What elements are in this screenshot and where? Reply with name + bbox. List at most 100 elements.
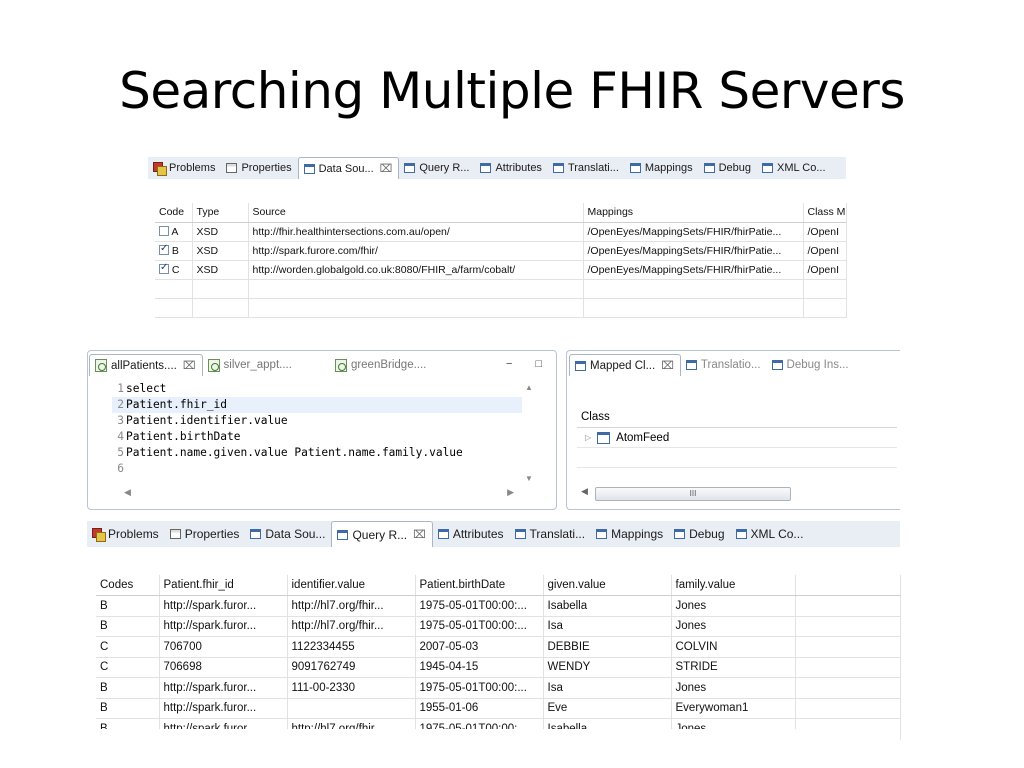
table-row[interactable]: C 706698 9091762749 1945-04-15 WENDY STRIDE bbox=[96, 657, 901, 678]
close-icon[interactable]: ⌧ bbox=[413, 528, 426, 541]
column-header-birthdate[interactable]: Patient.birthDate bbox=[415, 575, 544, 596]
tab-translation[interactable]: Translatio... bbox=[681, 354, 767, 376]
tab-translations[interactable]: Translati... bbox=[548, 157, 625, 179]
tree-item[interactable]: ▷ AtomFeed bbox=[577, 428, 897, 448]
editor-tab-bar: allPatients.... ⌧ silver_appt.... greenBr… bbox=[89, 354, 555, 376]
source-class: /OpenI bbox=[803, 260, 847, 280]
tab-query-results[interactable]: Query R... ⌧ bbox=[331, 521, 433, 547]
column-header-code[interactable]: Code bbox=[155, 203, 193, 223]
view-icon bbox=[685, 360, 697, 370]
tab-query-results[interactable]: Query R... bbox=[399, 157, 475, 179]
window-controls[interactable]: − □ bbox=[506, 358, 552, 370]
tab-mapped-classes[interactable]: Mapped Cl... ⌧ bbox=[569, 354, 681, 376]
tab-green-bridge[interactable]: greenBridge.... bbox=[330, 354, 432, 376]
source-url: http://worden.globalgold.co.uk:8080/FHIR… bbox=[248, 260, 584, 280]
close-icon[interactable]: ⌧ bbox=[661, 359, 674, 372]
tab-silver-appt[interactable]: silver_appt.... bbox=[203, 354, 298, 376]
column-header-given[interactable]: given.value bbox=[543, 575, 672, 596]
column-header-family[interactable]: family.value bbox=[671, 575, 796, 596]
scroll-left-icon[interactable]: ◀ bbox=[581, 486, 588, 497]
tab-all-patients[interactable]: allPatients.... ⌧ bbox=[89, 354, 203, 376]
scroll-up-icon[interactable]: ▲ bbox=[525, 383, 533, 392]
view-icon bbox=[514, 529, 526, 539]
source-code: C bbox=[171, 263, 180, 276]
source-mappings: /OpenEyes/MappingSets/FHIR/fhirPatie... bbox=[583, 241, 804, 261]
tab-debug[interactable]: Debug bbox=[699, 157, 757, 179]
table-row[interactable]: C XSD http://worden.globalgold.co.uk:808… bbox=[155, 260, 847, 280]
column-header-identifier[interactable]: identifier.value bbox=[287, 575, 416, 596]
view-icon bbox=[762, 163, 774, 173]
view-icon bbox=[674, 529, 686, 539]
table-row[interactable]: C 706700 1122334455 2007-05-03 DEBBIE COLVIN bbox=[96, 636, 901, 658]
mapped-classes-tree: Class ▷ AtomFeed bbox=[577, 406, 897, 468]
source-checkbox-b[interactable] bbox=[159, 243, 169, 255]
source-url: http://fhir.healthintersections.com.au/o… bbox=[248, 222, 584, 242]
editor-vertical-scrollbar[interactable]: ▲ ▼ bbox=[523, 381, 537, 485]
tab-problems[interactable]: Problems bbox=[87, 521, 165, 547]
scroll-right-icon[interactable]: ▶ bbox=[507, 487, 514, 498]
table-row[interactable]: A XSD http://fhir.healthintersections.co… bbox=[155, 222, 847, 242]
editor-line-text: Patient.identifier.value bbox=[126, 414, 288, 427]
table-row[interactable]: Bhttp://spark.furor... 1955-01-06 Eve Every… bbox=[96, 698, 901, 719]
close-icon[interactable]: ⌧ bbox=[183, 359, 196, 372]
table-row[interactable]: Bhttp://spark.furor...http://hl7.org/fhi… bbox=[96, 616, 901, 637]
tab-mappings[interactable]: Mappings bbox=[591, 521, 669, 547]
source-mappings: /OpenEyes/MappingSets/FHIR/fhirPatie... bbox=[583, 222, 804, 242]
tab-properties[interactable]: Properties bbox=[221, 157, 297, 179]
tab-mappings[interactable]: Mappings bbox=[625, 157, 699, 179]
table-row[interactable]: Bhttp://spark.furor... 111-00-2330 1975-05… bbox=[96, 677, 901, 699]
tab-xml-console[interactable]: XML Co... bbox=[757, 157, 832, 179]
expand-arrow-icon[interactable]: ▷ bbox=[585, 428, 591, 448]
column-header-mappings[interactable]: Mappings bbox=[583, 203, 804, 223]
problems-icon bbox=[92, 528, 106, 542]
source-type: XSD bbox=[192, 260, 249, 280]
class-icon bbox=[597, 431, 611, 444]
editor-line: 3 Patient.identifier.value bbox=[117, 414, 288, 427]
view-icon bbox=[703, 163, 715, 173]
column-header-source[interactable]: Source bbox=[248, 203, 584, 223]
table-row[interactable]: B XSD http://spark.furore.com/fhir/ /Ope… bbox=[155, 241, 847, 261]
tab-attributes[interactable]: Attributes bbox=[433, 521, 510, 547]
tab-data-sources[interactable]: Data Sou... ⌧ bbox=[297, 157, 400, 179]
column-header-type[interactable]: Type bbox=[192, 203, 249, 223]
editor-line: 4 Patient.birthDate bbox=[117, 430, 241, 443]
column-header-fhir-id[interactable]: Patient.fhir_id bbox=[159, 575, 288, 596]
source-code: A bbox=[171, 225, 179, 238]
tab-properties[interactable]: Properties bbox=[165, 521, 246, 547]
source-checkbox-c[interactable] bbox=[159, 262, 169, 274]
table-row[interactable]: Bhttp://spark.furor...http://hl7.org/fhi… bbox=[96, 595, 901, 617]
view-icon bbox=[250, 529, 262, 539]
source-checkbox-a[interactable] bbox=[159, 225, 169, 236]
editor-line: 1 select bbox=[117, 382, 167, 395]
properties-icon bbox=[226, 163, 238, 173]
column-header-class[interactable]: Class bbox=[577, 406, 897, 428]
tab-translations[interactable]: Translati... bbox=[510, 521, 592, 547]
tab-xml-console[interactable]: XML Co... bbox=[731, 521, 810, 547]
scroll-down-icon[interactable]: ▼ bbox=[525, 474, 533, 483]
query-file-icon bbox=[207, 358, 220, 372]
screenshot-crop-edge bbox=[87, 729, 900, 768]
data-sources-table: Code Type Source Mappings Class M A XSD … bbox=[155, 203, 847, 318]
mapped-classes-tab-bar: Mapped Cl... ⌧ Translatio... Debug Ins... bbox=[569, 354, 900, 376]
tab-debug[interactable]: Debug bbox=[669, 521, 730, 547]
query-editor[interactable]: 1 select 2 Patient.fhir_id 3 Patient.identi… bbox=[112, 381, 522, 477]
properties-icon bbox=[169, 529, 181, 539]
source-mappings: /OpenEyes/MappingSets/FHIR/fhirPatie... bbox=[583, 260, 804, 280]
view-icon bbox=[337, 529, 349, 540]
close-icon[interactable]: ⌧ bbox=[380, 162, 393, 175]
mapped-classes-horizontal-scrollbar[interactable]: ◀ III bbox=[577, 486, 897, 502]
tab-attributes[interactable]: Attributes bbox=[475, 157, 547, 179]
editor-line: 6 bbox=[117, 462, 124, 475]
source-class: /OpenI bbox=[803, 241, 847, 261]
scroll-thumb[interactable]: III bbox=[595, 487, 791, 501]
column-header-class[interactable]: Class M bbox=[803, 203, 847, 223]
scroll-left-icon[interactable]: ◀ bbox=[124, 487, 131, 498]
data-sources-tab-bar: Problems Properties Data Sou... ⌧ Query R… bbox=[148, 157, 846, 179]
editor-horizontal-scrollbar[interactable]: ◀ ▶ bbox=[112, 487, 522, 501]
tab-problems[interactable]: Problems bbox=[148, 157, 221, 179]
query-results-tab-bar: Problems Properties Data Sou... Query R.… bbox=[87, 521, 900, 547]
column-header-codes[interactable]: Codes bbox=[96, 575, 160, 596]
tab-debug-inspector[interactable]: Debug Ins... bbox=[767, 354, 855, 376]
query-file-icon bbox=[95, 359, 107, 372]
tab-data-sources[interactable]: Data Sou... bbox=[245, 521, 331, 547]
